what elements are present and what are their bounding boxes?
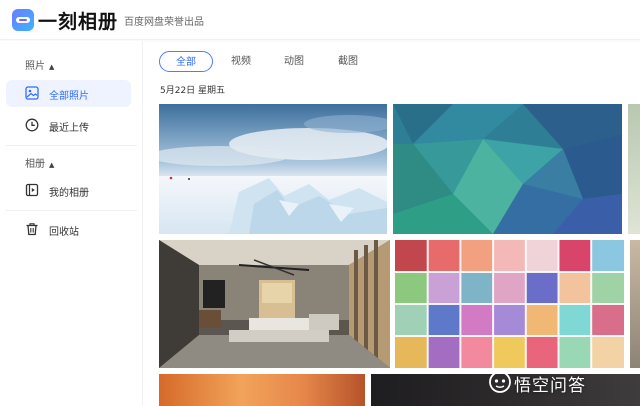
sidebar-item-label: 全部照片	[49, 91, 89, 102]
photo-thumbnail-partial[interactable]	[628, 104, 640, 234]
app-logo-icon[interactable]	[12, 9, 34, 31]
photo-thumbnail-color-swatches[interactable]	[395, 240, 624, 368]
image-icon	[25, 86, 39, 100]
tab-videos[interactable]: 视频	[224, 51, 258, 72]
photo-thumbnail-low-poly-teal[interactable]	[393, 104, 622, 234]
sidebar-item-label: 我的相册	[49, 188, 89, 199]
section-title-albums-label: 相册	[25, 159, 45, 170]
sidebar-item-label: 最近上传	[49, 123, 89, 134]
sidebar-item-my-albums[interactable]: 我的相册	[6, 177, 131, 204]
sidebar-divider	[6, 145, 137, 146]
photo-thumbnail-living-room[interactable]	[159, 240, 390, 368]
sidebar: 照片 ▲ 全部照片 最近上传 相册 ▲ 我的相册 回收站	[0, 41, 143, 406]
date-group-heading: 5月22日 星期五	[160, 86, 226, 96]
app-subtitle: 百度网盘荣誉出品	[124, 17, 204, 28]
photo-thumbnail-orange-bokeh[interactable]	[159, 374, 365, 406]
section-title-photos[interactable]: 照片 ▲	[25, 57, 54, 72]
sidebar-item-label: 回收站	[49, 227, 79, 238]
watermark-text: 悟空问答	[514, 376, 586, 396]
album-icon	[25, 183, 39, 197]
section-title-photos-label: 照片	[25, 61, 45, 72]
tab-all[interactable]: 全部	[159, 51, 213, 72]
watermark-logo-icon	[489, 371, 511, 393]
section-title-albums[interactable]: 相册 ▲	[25, 155, 54, 170]
sidebar-item-all-photos[interactable]: 全部照片	[6, 80, 131, 107]
caret-up-icon: ▲	[49, 161, 55, 169]
trash-icon	[26, 223, 38, 236]
tab-screenshots[interactable]: 截图	[331, 51, 365, 72]
app-title[interactable]: 一刻相册	[38, 7, 118, 34]
sidebar-item-recent-uploads[interactable]: 最近上传	[6, 112, 131, 139]
tab-gifs[interactable]: 动图	[277, 51, 311, 72]
app-header: 一刻相册 百度网盘荣誉出品	[0, 0, 640, 40]
photo-thumbnail-ice-landscape[interactable]	[159, 104, 387, 234]
sidebar-divider	[6, 210, 137, 211]
photo-thumbnail-partial[interactable]	[630, 240, 640, 368]
clock-icon	[25, 118, 39, 132]
sidebar-item-recycle-bin[interactable]: 回收站	[6, 216, 131, 243]
caret-up-icon: ▲	[49, 63, 55, 71]
